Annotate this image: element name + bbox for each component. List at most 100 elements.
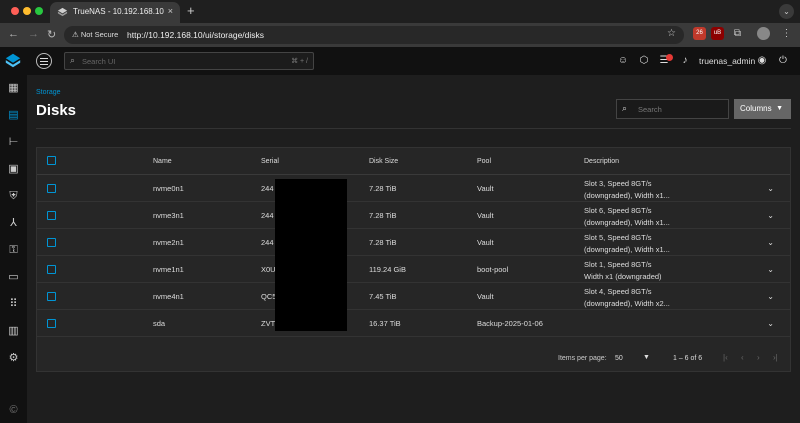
browser-menu-icon[interactable]: ⋮ (780, 27, 793, 40)
expand-chevron-icon[interactable]: ⌄ (767, 238, 774, 247)
row-checkbox[interactable] (47, 211, 56, 220)
tab-close-icon[interactable]: × (168, 6, 173, 16)
system-icon[interactable]: ⚙ (5, 350, 22, 367)
next-page-icon[interactable]: › (757, 353, 760, 362)
row-checkbox[interactable] (47, 184, 56, 193)
truecommand-icon[interactable]: ⬡ (638, 55, 650, 67)
breadcrumb[interactable]: Storage (36, 89, 61, 96)
table-row[interactable]: nvme3n1 244 7.28 TiB Vault Slot 6, Speed… (37, 202, 790, 229)
disk-size: 7.45 TiB (369, 292, 397, 301)
expand-chevron-icon[interactable]: ⌄ (767, 292, 774, 301)
extensions-puzzle-icon[interactable]: ⧉ (731, 27, 744, 40)
disk-pool: Vault (477, 184, 494, 193)
row-checkbox[interactable] (47, 319, 56, 328)
row-checkbox[interactable] (47, 265, 56, 274)
main-content: Storage Disks ⌕ Search Columns ▼ Name Se… (27, 75, 800, 423)
account-icon[interactable]: ◉ (756, 55, 768, 67)
caret-down-icon[interactable]: ▼ (643, 354, 650, 361)
not-secure-indicator[interactable]: ⚠ Not Secure (72, 30, 118, 39)
disk-description: Slot 6, Speed 8GT/s (downgraded), Width x… (584, 205, 670, 229)
description-line-2: (downgraded), Width x2... (584, 299, 670, 308)
datasets-icon[interactable]: ⊢ (5, 134, 22, 151)
search-icon: ⌕ (622, 103, 628, 113)
profile-avatar[interactable] (757, 27, 770, 40)
back-arrow-icon[interactable]: ← (8, 28, 19, 40)
disk-name: nvme2n1 (153, 238, 184, 247)
page-size-select[interactable]: 50 (615, 355, 623, 362)
row-checkbox[interactable] (47, 238, 56, 247)
prev-page-icon[interactable]: ‹ (741, 353, 744, 362)
data-protection-icon[interactable]: ⛨ (5, 188, 22, 205)
table-row[interactable]: nvme1n1 X0U 119.24 GiB boot-pool Slot 1,… (37, 256, 790, 283)
reload-icon[interactable]: ↻ (47, 28, 56, 41)
expand-chevron-icon[interactable]: ⌄ (767, 184, 774, 193)
header-disk-size[interactable]: Disk Size (369, 158, 398, 165)
divider (36, 128, 791, 129)
disk-name: nvme1n1 (153, 265, 184, 274)
bookmark-star-icon[interactable]: ☆ (667, 28, 676, 39)
forward-arrow-icon[interactable]: → (28, 28, 39, 40)
maximize-window-button[interactable] (35, 7, 43, 15)
first-page-icon[interactable]: |‹ (723, 353, 728, 362)
description-line-2: (downgraded), Width x1... (584, 191, 670, 200)
header-name[interactable]: Name (153, 158, 172, 165)
feedback-icon[interactable]: ☺ (617, 55, 629, 67)
browser-tab[interactable]: TrueNAS - 10.192.168.10 × (50, 2, 180, 23)
minimize-window-button[interactable] (23, 7, 31, 15)
shares-icon[interactable]: ▣ (5, 161, 22, 178)
description-line-2: Width x1 (downgraded) (584, 272, 662, 281)
last-page-icon[interactable]: ›| (773, 353, 778, 362)
disk-size: 16.37 TiB (369, 319, 401, 328)
username[interactable]: truenas_admin (699, 56, 755, 66)
disk-serial: 244 (261, 238, 274, 247)
extension-icon-1[interactable]: 26 (693, 27, 706, 40)
global-search-input[interactable]: ⌕ Search UI ⌘ + / (64, 52, 314, 70)
dashboard-icon[interactable]: ▦ (5, 80, 22, 97)
header-serial[interactable]: Serial (261, 158, 279, 165)
disks-search-input[interactable]: ⌕ Search (616, 99, 729, 119)
search-placeholder: Search UI (82, 57, 116, 66)
reporting-icon[interactable]: ▥ (5, 323, 22, 340)
table-header: Name Serial Disk Size Pool Description (37, 148, 790, 175)
table-row[interactable]: sda ZVT 16.37 TiB Backup-2025-01-06 ⌄ (37, 310, 790, 337)
disk-serial: X0U (261, 265, 276, 274)
table-row[interactable]: nvme0n1 244 7.28 TiB Vault Slot 3, Speed… (37, 175, 790, 202)
header-pool[interactable]: Pool (477, 158, 491, 165)
description-line-1: Slot 6, Speed 8GT/s (584, 206, 652, 215)
network-icon[interactable]: ⅄ (5, 215, 22, 232)
address-bar[interactable]: ⚠ Not Secure http://10.192.168.10/ui/sto… (64, 26, 684, 44)
new-tab-button[interactable]: + (187, 3, 195, 18)
expand-chevron-icon[interactable]: ⌄ (767, 319, 774, 328)
select-all-checkbox[interactable] (47, 156, 56, 165)
apps-icon[interactable]: ⠿ (5, 296, 22, 313)
disk-pool: Vault (477, 211, 494, 220)
power-icon[interactable]: ⏻ (777, 55, 789, 67)
copyright-icon[interactable]: © (5, 402, 22, 419)
extension-label: uB (713, 30, 722, 36)
storage-icon[interactable]: ▤ (5, 107, 22, 124)
tab-title: TrueNAS - 10.192.168.10 (73, 7, 164, 16)
notifications-bell-icon[interactable]: ♪ (679, 55, 691, 67)
header-description[interactable]: Description (584, 158, 619, 165)
expand-chevron-icon[interactable]: ⌄ (767, 211, 774, 220)
truenas-logo-icon[interactable] (4, 52, 22, 70)
table-row[interactable]: nvme4n1 QC5 7.45 TiB Vault Slot 4, Speed… (37, 283, 790, 310)
close-window-button[interactable] (11, 7, 19, 15)
browser-toolbar: ← → ↻ ⚠ Not Secure http://10.192.168.10/… (0, 23, 800, 47)
disk-size: 7.28 TiB (369, 238, 397, 247)
ublock-extension-icon[interactable]: uB (711, 27, 724, 40)
disk-pool: Backup-2025-01-06 (477, 319, 543, 328)
page-title: Disks (36, 102, 77, 119)
virtualization-icon[interactable]: ▭ (5, 269, 22, 286)
menu-toggle-button[interactable] (36, 53, 52, 69)
disk-description: Slot 1, Speed 8GT/s Width x1 (downgraded) (584, 259, 662, 283)
credentials-icon[interactable]: ⚿ (5, 242, 22, 259)
tab-search-button[interactable]: ⌄ (779, 4, 794, 19)
columns-button[interactable]: Columns ▼ (734, 99, 791, 119)
expand-chevron-icon[interactable]: ⌄ (767, 265, 774, 274)
row-checkbox[interactable] (47, 292, 56, 301)
table-row[interactable]: nvme2n1 244 7.28 TiB Vault Slot 5, Speed… (37, 229, 790, 256)
url-text[interactable]: http://10.192.168.10/ui/storage/disks (127, 30, 264, 40)
disk-description: Slot 3, Speed 8GT/s (downgraded), Width x… (584, 178, 670, 202)
disk-name: nvme0n1 (153, 184, 184, 193)
